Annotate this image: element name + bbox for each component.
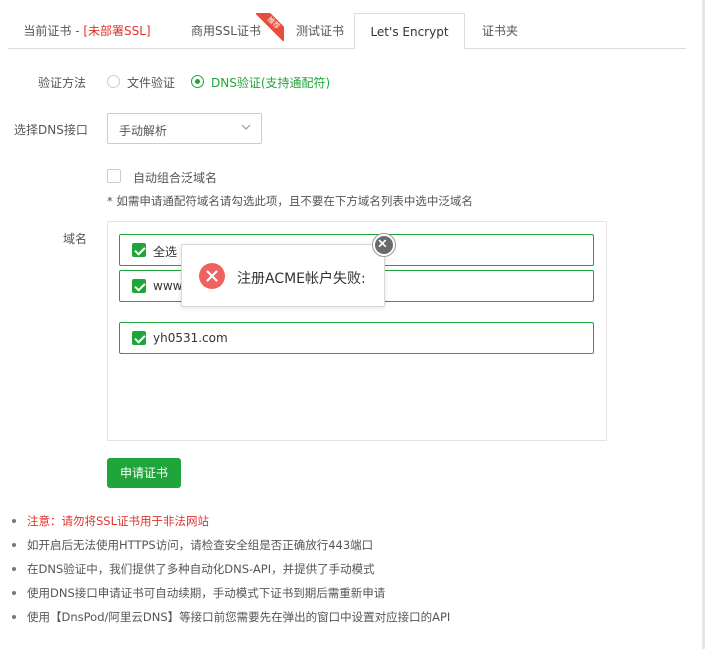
radio-dns-verify[interactable] <box>191 75 204 88</box>
tab-test-cert[interactable]: 测试证书 <box>286 13 354 49</box>
chevron-down-icon <box>241 124 251 130</box>
dns-interface-select[interactable]: 手动解析 <box>107 113 262 144</box>
tab-current-cert-label: 当前证书 <box>23 24 72 38</box>
tab-cert-folder-label: 证书夹 <box>481 24 518 38</box>
radio-file-verify-label[interactable]: 文件验证 <box>127 74 175 91</box>
wildcard-label[interactable]: 自动组合泛域名 <box>133 169 217 186</box>
dns-interface-value: 手动解析 <box>119 124 168 138</box>
tab-bar: 当前证书 - [未部署SSL] 商用SSL证书 推荐 测试证书 Let's En… <box>8 13 686 50</box>
tab-current-cert[interactable]: 当前证书 - [未部署SSL] <box>8 13 166 49</box>
error-dialog: 注册ACME帐户失败: <box>181 244 385 307</box>
radio-file-verify[interactable] <box>107 75 120 88</box>
error-icon <box>199 263 225 289</box>
tab-current-cert-status: - [未部署SSL] <box>71 24 151 38</box>
note-item: 使用【DnsPod/阿里云DNS】等接口前您需要先在弹出的窗口中设置对应接口的A… <box>8 608 450 632</box>
tab-letsencrypt[interactable]: Let's Encrypt <box>354 13 465 50</box>
tab-commercial-ssl-label: 商用SSL证书 <box>191 24 261 38</box>
note-item: 使用DNS接口申请证书可自动续期，手动模式下证书到期后需重新申请 <box>8 584 450 608</box>
select-all-label: 全选 <box>153 245 178 259</box>
domain-checkbox[interactable] <box>132 331 146 345</box>
domain-label: 域名 <box>63 232 88 246</box>
error-message: 注册ACME帐户失败: <box>237 271 366 287</box>
close-icon[interactable] <box>373 234 395 256</box>
domain-text: yh0531.com <box>153 331 228 345</box>
tab-cert-folder[interactable]: 证书夹 <box>465 13 535 49</box>
wildcard-checkbox[interactable] <box>107 169 121 183</box>
domain-item-root[interactable]: yh0531.com <box>119 322 594 354</box>
tab-test-cert-label: 测试证书 <box>295 24 344 38</box>
notes-list: 注意：请勿将SSL证书用于非法网站 如开启后无法使用HTTPS访问，请检查安全组… <box>8 512 450 632</box>
select-all-checkbox[interactable] <box>132 243 146 257</box>
note-item: 在DNS验证中，我们提供了多种自动化DNS-API，并提供了手动模式 <box>8 560 450 584</box>
recommend-badge: 推荐 <box>256 13 284 41</box>
verify-method-label: 验证方法 <box>38 76 87 90</box>
domain-text: www <box>153 279 183 293</box>
note-item: 注意：请勿将SSL证书用于非法网站 <box>8 512 450 536</box>
domain-checkbox[interactable] <box>132 279 146 293</box>
apply-cert-button[interactable]: 申请证书 <box>107 458 181 488</box>
dns-interface-label: 选择DNS接口 <box>14 123 88 137</box>
tab-letsencrypt-label: Let's Encrypt <box>370 25 449 39</box>
radio-dns-verify-label[interactable]: DNS验证(支持通配符) <box>211 74 330 91</box>
note-item: 如开启后无法使用HTTPS访问，请检查安全组是否正确放行443端口 <box>8 536 450 560</box>
wildcard-hint: * 如需申请通配符域名请勾选此项，且不要在下方域名列表中选中泛域名 <box>107 194 473 208</box>
